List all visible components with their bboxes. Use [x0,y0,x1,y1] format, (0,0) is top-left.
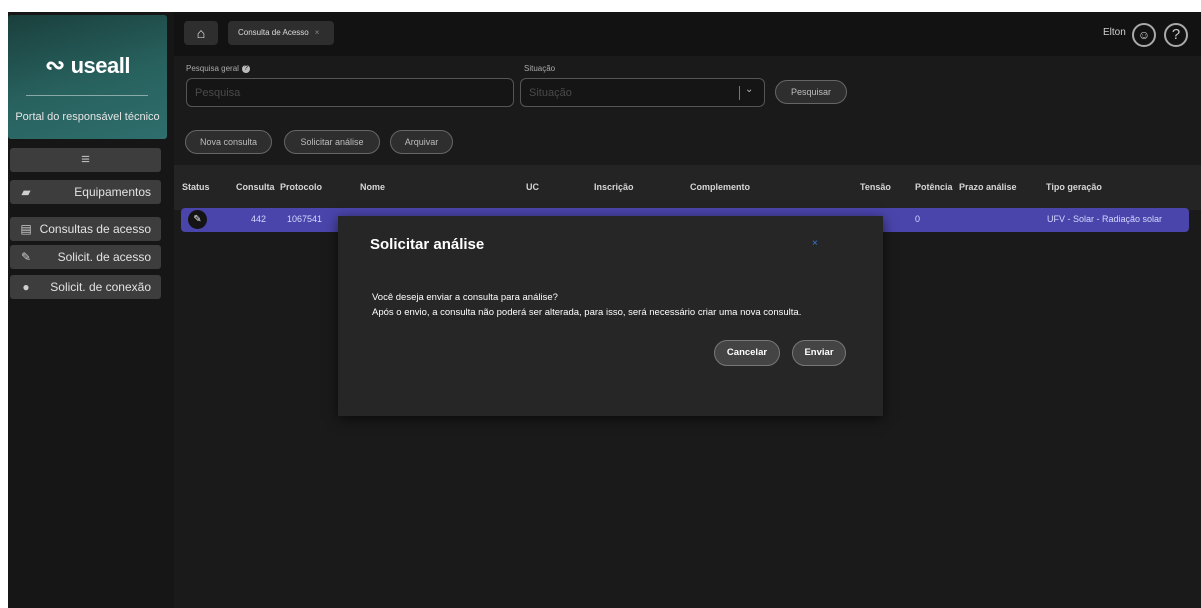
search-button[interactable]: Pesquisar [775,80,847,104]
equipment-icon: ▰ [21,185,31,199]
dialog-warning: Após o envio, a consulta não poderá ser … [372,307,802,318]
document-check-icon: ▤ [20,222,32,236]
column-header-prazo-analise[interactable]: Prazo análise [959,182,1017,192]
chevron-down-icon: ⌄ [745,84,754,95]
tab-close-icon[interactable]: × [315,28,320,37]
app-window: ∾ useall Portal do responsável técnico ≡ … [8,12,1201,608]
column-header-protocolo[interactable]: Protocolo [280,182,322,192]
help-icon[interactable]: ? [1164,23,1188,47]
cancel-button[interactable]: Cancelar [714,340,780,366]
cell-potencia: 0 [915,214,921,224]
new-consulta-button[interactable]: Nova consulta [185,130,272,154]
sidebar-item-equipamentos[interactable]: ▰ Equipamentos [10,180,161,204]
column-header-tensao[interactable]: Tensão [860,182,891,192]
select-separator [739,86,740,100]
sidebar-item-solicit-conexao[interactable]: ● Solicit. de conexão [10,275,161,299]
column-header-status[interactable]: Status [182,182,210,192]
column-header-complemento[interactable]: Complemento [690,182,750,192]
lightbulb-icon: ● [22,280,30,294]
hamburger-icon: ≡ [81,151,90,168]
column-header-inscricao[interactable]: Inscrição [594,182,634,192]
cell-protocolo: 1067541 [287,214,323,224]
divider [26,95,148,96]
enviar-button[interactable]: Enviar [792,340,846,366]
situacao-select[interactable]: Situação ⌄ [520,78,765,107]
tab-consulta-acesso[interactable]: Consulta de Acesso × [228,21,334,45]
portal-label: Portal do responsável técnico [15,111,160,123]
menu-toggle-button[interactable]: ≡ [10,148,161,172]
search-input[interactable] [186,78,514,107]
logo-icon: ∾ [45,52,65,79]
topbar: ⌂ Consulta de Acesso × Elton ☺ ? [174,12,1201,56]
cell-tipo-geracao: UFV - Solar - Radiação solar [1047,214,1163,224]
cell-consulta: 442 [251,214,267,224]
column-header-tipo-geracao[interactable]: Tipo geração [1046,182,1102,192]
table-header: Status Consulta Protocolo Nome UC Inscri… [174,165,1201,210]
dialog-question: Você deseja enviar a consulta para análi… [372,292,558,303]
sidebar-item-solicit-acesso[interactable]: ✎ Solicit. de acesso [10,245,161,269]
home-icon: ⌂ [196,25,206,41]
request-analysis-button[interactable]: Solicitar análise [284,130,380,154]
column-header-uc[interactable]: UC [526,182,539,192]
close-icon[interactable]: × [812,238,818,249]
home-button[interactable]: ⌂ [184,21,218,45]
brand-panel: ∾ useall Portal do responsável técnico [8,15,167,139]
archive-button[interactable]: Arquivar [390,130,453,154]
user-avatar-icon[interactable]: ☺ [1132,23,1156,47]
sidebar: ∾ useall Portal do responsável técnico ≡ … [8,12,174,608]
column-header-consulta[interactable]: Consulta [236,182,275,192]
search-label: Pesquisa geral? [186,64,250,73]
sidebar-item-consultas[interactable]: ▤ Consultas de acesso [10,217,161,241]
column-header-potencia[interactable]: Potência [915,182,953,192]
info-icon: ? [241,64,250,73]
column-header-nome[interactable]: Nome [360,182,385,192]
edit-status-icon[interactable]: ✎ [188,210,207,229]
dialog-title: Solicitar análise [370,236,485,253]
logo: ∾ useall [45,52,130,79]
document-edit-icon: ✎ [20,250,32,264]
user-name: Elton [1103,27,1126,38]
solicitar-analise-dialog: Solicitar análise × Você deseja enviar a… [338,216,883,416]
situacao-label: Situação [524,64,556,73]
